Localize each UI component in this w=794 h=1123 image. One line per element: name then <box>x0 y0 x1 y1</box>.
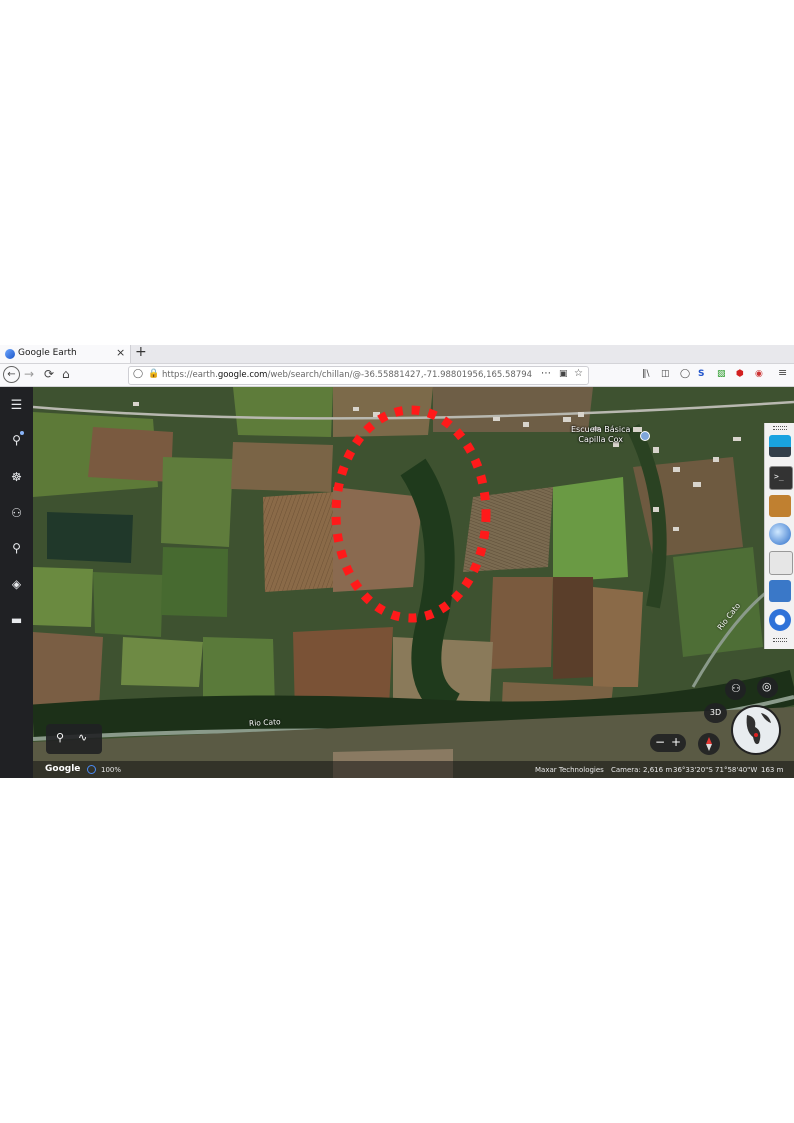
progress-percent: 100% <box>101 766 122 774</box>
notification-dot <box>20 431 24 435</box>
url-domain: google.com <box>217 370 268 380</box>
drawing-tools-panel: ⚲ ∿ <box>46 724 102 754</box>
extension-green-icon[interactable]: ▧ <box>717 368 726 380</box>
file-search-icon[interactable] <box>769 551 793 575</box>
loading-progress-icon <box>87 765 96 774</box>
archive-app-icon[interactable] <box>769 495 791 517</box>
bookmark-star-icon[interactable]: ☆ <box>574 368 583 379</box>
tab-title: Google Earth <box>18 348 77 358</box>
3d-toggle-button[interactable]: 3D <box>704 703 727 723</box>
web-browser-icon[interactable] <box>769 523 791 545</box>
google-earth-favicon-icon <box>5 349 15 359</box>
compass-icon <box>706 737 712 751</box>
extension-ublock-icon[interactable]: ⬢ <box>736 368 744 380</box>
status-bar: Google 100% Maxar Technologies Camera: 2… <box>33 761 794 778</box>
camera-altitude: Camera: 2,616 m <box>611 766 673 774</box>
zoom-controls: − + <box>650 734 686 752</box>
measure-icon[interactable]: ▬ <box>0 613 33 627</box>
dock-grip-top[interactable] <box>773 426 787 430</box>
draw-path-icon[interactable]: ∿ <box>78 731 87 744</box>
browser-window: Google Earth × + ← → ⟳ ⌂ ◯ 🔒 https://ear… <box>0 345 794 778</box>
imagery-attribution[interactable]: Maxar Technologies <box>535 766 604 774</box>
tab-google-earth[interactable]: Google Earth × <box>0 345 131 363</box>
cursor-coordinates: 36°33'20"S 71°58'40"W <box>673 766 758 774</box>
place-label-school[interactable]: Escuela Básica Capilla Cox <box>571 425 630 445</box>
compass-button[interactable] <box>698 733 720 755</box>
scale-readout[interactable]: 163 m <box>761 766 783 774</box>
hamburger-menu-icon[interactable]: ≡ <box>778 367 787 379</box>
chromium-icon[interactable] <box>769 609 791 631</box>
pegman-button[interactable]: ⚇ <box>725 679 746 700</box>
voyager-icon[interactable]: ☸ <box>0 470 33 484</box>
app-dock: >_ <box>764 423 794 649</box>
menu-icon[interactable]: ☰ <box>0 398 33 413</box>
library-icon[interactable]: ‖\ <box>642 368 650 380</box>
forward-button[interactable]: → <box>24 367 34 381</box>
globe-minimap[interactable] <box>733 707 779 753</box>
my-location-button[interactable]: ◎ <box>757 677 778 698</box>
sidebar-toggle-icon[interactable]: ◫ <box>661 368 670 380</box>
account-icon[interactable]: ◯ <box>680 368 690 380</box>
globe-continent-icon <box>746 713 771 745</box>
tab-close-icon[interactable]: × <box>116 346 125 359</box>
extension-red-icon[interactable]: ◉ <box>755 368 763 380</box>
pond <box>47 512 133 563</box>
search-icon[interactable]: ⚲ <box>0 433 33 447</box>
new-tab-button[interactable]: + <box>135 345 147 360</box>
home-icon[interactable]: ⌂ <box>62 367 70 381</box>
extension-s-icon[interactable]: S <box>698 368 704 380</box>
navigation-toolbar: ← → ⟳ ⌂ ◯ 🔒 https://earth.google.com/web… <box>0 364 794 387</box>
lock-icon[interactable]: 🔒 <box>148 369 159 379</box>
map-style-icon[interactable]: ◈ <box>0 577 33 591</box>
url-path: /web/search/chillan/@-36.55881427,-71.98… <box>267 370 532 380</box>
display-app-icon[interactable] <box>769 435 791 457</box>
back-button[interactable]: ← <box>3 366 20 383</box>
google-logo: Google <box>45 764 81 774</box>
feeling-lucky-icon[interactable]: ⚇ <box>0 506 33 520</box>
placemark-icon[interactable]: ⚲ <box>56 731 64 744</box>
school-label-line1: Escuela Básica <box>571 425 631 434</box>
zoom-out-button[interactable]: − <box>655 735 665 749</box>
folder-icon[interactable] <box>769 580 791 602</box>
satellite-imagery[interactable] <box>33 387 794 778</box>
pegman-icon: ⚇ <box>731 682 741 695</box>
dock-grip-bottom[interactable] <box>773 638 787 642</box>
url-bar[interactable]: ◯ 🔒 https://earth.google.com/web/search/… <box>128 366 589 385</box>
school-label-line2: Capilla Cox <box>578 435 624 444</box>
river-label-west: Rio Cato <box>248 717 281 728</box>
tracking-shield-icon[interactable]: ◯ <box>133 369 143 379</box>
terminal-icon[interactable]: >_ <box>769 466 793 490</box>
earth-map-view[interactable]: Escuela Básica Capilla Cox Rio Cato Rio … <box>33 387 794 778</box>
earth-sidebar: ☰ ⚲ ☸ ⚇ ⚲ ◈ ▬ <box>0 387 33 778</box>
zoom-in-button[interactable]: + <box>671 735 681 749</box>
projects-icon[interactable]: ⚲ <box>0 541 33 555</box>
school-pin-icon[interactable] <box>640 431 650 441</box>
page-actions-icon[interactable]: ⋯ <box>541 368 551 379</box>
url-host: https://earth. <box>162 370 218 380</box>
pocket-icon[interactable]: ▣ <box>559 369 568 379</box>
tab-bar: Google Earth × + <box>0 345 794 364</box>
url-text[interactable]: https://earth.google.com/web/search/chil… <box>162 370 532 380</box>
location-target-icon: ◎ <box>762 680 772 693</box>
reload-button[interactable]: ⟳ <box>44 367 54 381</box>
